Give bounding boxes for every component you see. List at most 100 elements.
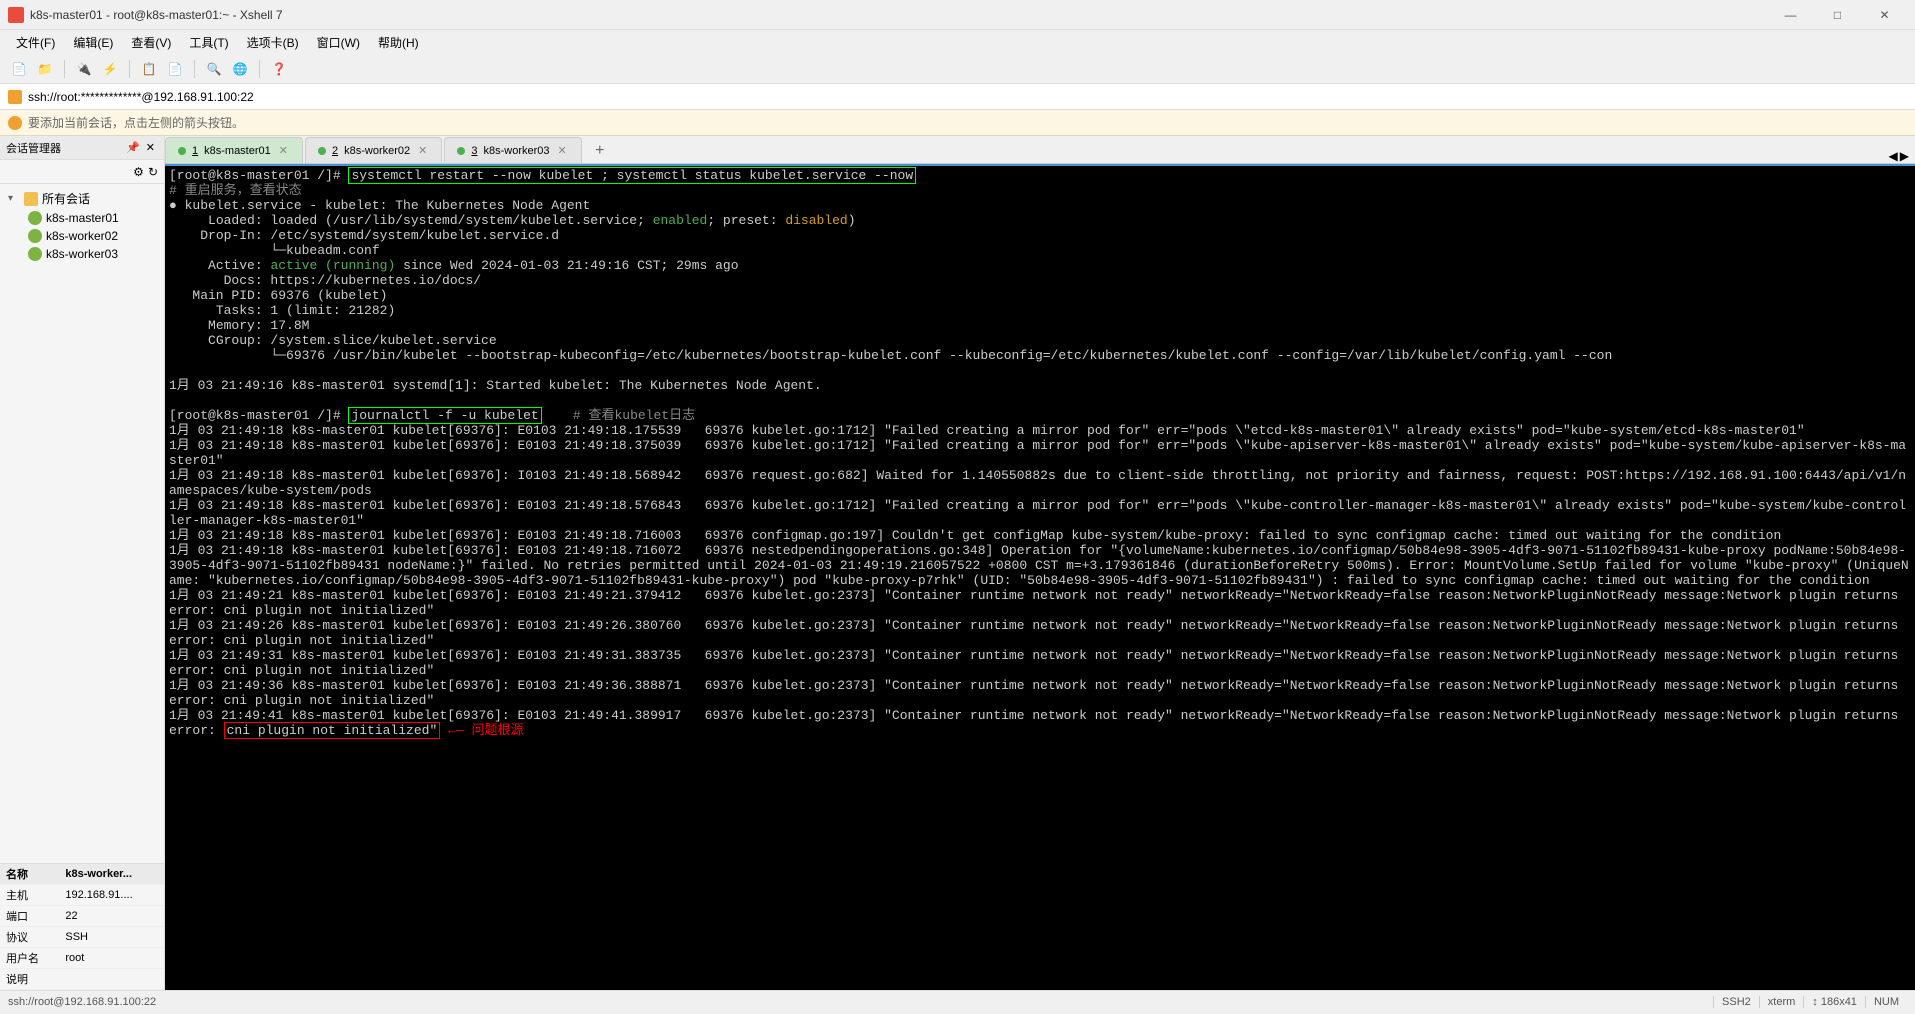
menu-window[interactable]: 窗口(W) [309,31,368,54]
log-line: 1月 03 21:49:18 k8s-master01 kubelet[6937… [169,498,1906,528]
output-text: since Wed 2024-01-03 21:49:16 CST; 29ms … [395,258,738,273]
new-tab-button[interactable]: + [588,139,612,163]
toolbar-separator [194,60,195,78]
tab-number: 3 [471,145,477,157]
tab-prev-icon[interactable]: ◀ [1889,149,1898,163]
output-text: ; preset: [707,213,785,228]
status-size: ↕ 186x41 [1803,996,1865,1008]
sidebar-toolbar: ⚙ ↻ [0,160,164,184]
toolbar-separator [259,60,260,78]
copy-icon[interactable]: 📋 [138,58,160,80]
log-line: 1月 03 21:49:18 k8s-master01 kubelet[6937… [169,468,1906,498]
prop-header-val: k8s-worker... [59,864,164,885]
addressbar[interactable]: ssh://root:*************@192.168.91.100:… [0,84,1915,110]
output-line: Tasks: 1 (limit: 21282) [169,303,395,318]
menu-file[interactable]: 文件(F) [8,31,63,54]
tab-close-icon[interactable]: ✕ [556,144,569,157]
lock-icon [8,90,22,104]
tree-host[interactable]: k8s-worker02 [20,227,160,245]
log-line: 1月 03 21:49:36 k8s-master01 kubelet[6937… [169,678,1906,708]
tab-next-icon[interactable]: ▶ [1900,149,1909,163]
open-session-icon[interactable]: 📁 [34,58,56,80]
close-button[interactable]: ✕ [1862,1,1907,29]
prop-row: 主机192.168.91.... [0,885,164,906]
disconnect-icon[interactable]: ⚡ [99,58,121,80]
annotation-arrow: ←— [440,723,471,738]
menu-view[interactable]: 查看(V) [123,31,179,54]
session-tree: ▾ 所有会话 k8s-master01 k8s-worker02 k8s-wor… [0,184,164,863]
menu-help[interactable]: 帮助(H) [370,31,427,54]
tree-root[interactable]: ▾ 所有会话 [4,188,160,209]
collapse-icon[interactable]: ▾ [8,193,20,204]
main-area: 会话管理器 📌 ✕ ⚙ ↻ ▾ 所有会话 k8s-master01 k8s-wo [0,136,1915,990]
tab-close-icon[interactable]: ✕ [277,144,290,157]
properties-panel: 名称k8s-worker... 主机192.168.91.... 端口22 协议… [0,863,164,990]
terminal[interactable]: [root@k8s-master01 /]# systemctl restart… [165,164,1915,990]
prop-val: root [59,948,164,969]
sidebar-header: 会话管理器 📌 ✕ [0,136,164,160]
annotation-text: 问题根源 [471,723,523,738]
tree-host[interactable]: k8s-master01 [20,209,160,227]
command-highlighted: systemctl restart --now kubelet ; system… [348,167,916,184]
pin-icon[interactable]: 📌 [123,141,143,154]
sidebar-title: 会话管理器 [6,140,123,156]
tab-close-icon[interactable]: ✕ [416,144,429,157]
new-session-icon[interactable]: 📄 [8,58,30,80]
menu-tabs[interactable]: 选项卡(B) [239,31,307,54]
status-dot-icon [457,147,465,155]
find-icon[interactable]: 🔍 [203,58,225,80]
command-highlighted: journalctl -f -u kubelet [348,407,541,424]
help-icon[interactable]: ❓ [268,58,290,80]
maximize-button[interactable]: □ [1815,1,1860,29]
prop-val: SSH [59,927,164,948]
menu-edit[interactable]: 编辑(E) [65,31,121,54]
tree-host-label: k8s-worker03 [46,247,118,261]
tree-host-label: k8s-master01 [46,211,119,225]
prompt: [root@k8s-master01 /]# [169,408,348,423]
prop-row: 端口22 [0,906,164,927]
output-line: Drop-In: /etc/systemd/system/kubelet.ser… [169,228,559,243]
menubar: 文件(F) 编辑(E) 查看(V) 工具(T) 选项卡(B) 窗口(W) 帮助(… [0,30,1915,54]
prop-row: 协议SSH [0,927,164,948]
tree-host[interactable]: k8s-worker03 [20,245,160,263]
error-highlighted: cni plugin not initialized" [224,722,441,739]
output-line: └─69376 /usr/bin/kubelet --bootstrap-kub… [169,348,1612,363]
host-icon [28,211,42,225]
prop-val: 22 [59,906,164,927]
tree-host-label: k8s-worker02 [46,229,118,243]
prop-key: 说明 [0,969,59,990]
sidebar-close-icon[interactable]: ✕ [143,141,158,154]
tree-tool-icon[interactable]: ↻ [148,165,158,179]
toolbar-separator [64,60,65,78]
window-title: k8s-master01 - root@k8s-master01:~ - Xsh… [30,8,1768,22]
status-ssh: SSH2 [1713,996,1759,1008]
tree-children: k8s-master01 k8s-worker02 k8s-worker03 [4,209,160,263]
output-line: 1月 03 21:49:16 k8s-master01 systemd[1]: … [169,378,822,393]
tree-tool-icon[interactable]: ⚙ [133,165,144,179]
log-line: 1月 03 21:49:31 k8s-master01 kubelet[6937… [169,648,1906,678]
window-controls: — □ ✕ [1768,1,1907,29]
output-line: Main PID: 69376 (kubelet) [169,288,387,303]
globe-icon[interactable]: 🌐 [229,58,251,80]
reconnect-icon[interactable]: 🔌 [73,58,95,80]
tab-worker02[interactable]: 2 k8s-worker02 ✕ [305,137,442,163]
info-icon [8,116,22,130]
minimize-button[interactable]: — [1768,1,1813,29]
prop-row: 说明 [0,969,164,990]
prop-key: 协议 [0,927,59,948]
status-term: xterm [1759,996,1804,1008]
toolbar-separator [129,60,130,78]
status-enabled: enabled [653,213,708,228]
host-icon [28,229,42,243]
output-line: ● kubelet.service - kubelet: The Kuberne… [169,198,590,213]
output-line: Loaded: loaded (/usr/lib/systemd/system/… [169,213,653,228]
tab-master01[interactable]: 1 k8s-master01 ✕ [165,137,303,163]
paste-icon[interactable]: 📄 [164,58,186,80]
prompt: [root@k8s-master01 /]# [169,168,348,183]
output-text: ) [848,213,856,228]
menu-tools[interactable]: 工具(T) [181,31,236,54]
titlebar: k8s-master01 - root@k8s-master01:~ - Xsh… [0,0,1915,30]
folder-icon [24,192,38,206]
tab-number: 2 [332,145,338,157]
tab-worker03[interactable]: 3 k8s-worker03 ✕ [444,137,581,163]
